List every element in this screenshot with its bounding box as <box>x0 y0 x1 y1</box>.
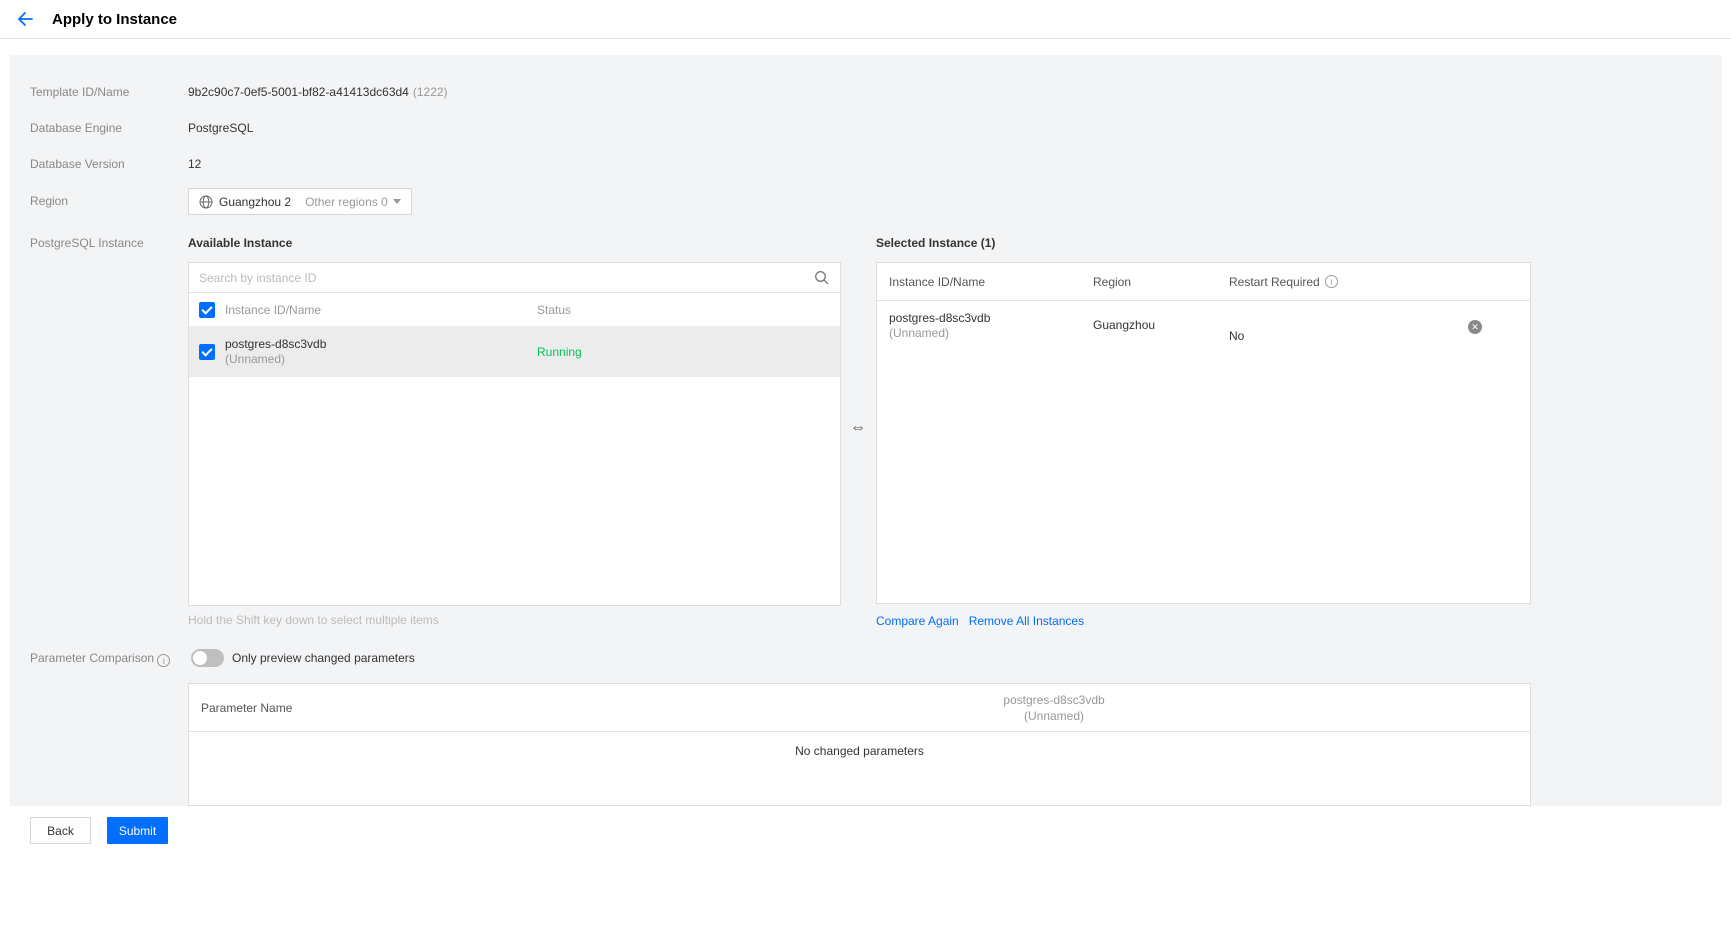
available-table-header: Instance ID/Name Status <box>189 293 840 327</box>
instance-search-bar <box>189 263 840 293</box>
page-header: Apply to Instance <box>0 0 1731 39</box>
available-instance-title: Available Instance <box>188 236 292 250</box>
region-selector[interactable]: Guangzhou 2 Other regions 0 <box>188 188 412 215</box>
parameter-table-header: Parameter Name postgres-d8sc3vdb (Unname… <box>189 684 1530 732</box>
column-parameter-name: Parameter Name <box>201 701 292 715</box>
select-all-checkbox[interactable] <box>199 302 215 318</box>
database-engine-value: PostgreSQL <box>188 121 253 135</box>
postgresql-instance-label: PostgreSQL Instance <box>30 236 144 250</box>
region-label: Region <box>30 194 68 208</box>
info-icon[interactable] <box>157 654 170 667</box>
preview-changed-toggle[interactable] <box>191 649 224 667</box>
selected-table-header: Instance ID/Name Region Restart Required <box>877 263 1530 301</box>
row-checkbox[interactable] <box>199 344 215 360</box>
page-title: Apply to Instance <box>52 11 177 28</box>
selected-instance-panel: Instance ID/Name Region Restart Required… <box>876 262 1531 604</box>
template-id-text: 9b2c90c7-0ef5-5001-bf82-a41413dc63d4 <box>188 85 409 99</box>
column-instance: postgres-d8sc3vdb (Unnamed) <box>1003 692 1104 724</box>
database-version-value: 12 <box>188 157 201 171</box>
column-region: Region <box>1093 275 1229 289</box>
parameter-comparison-text: Parameter Comparison <box>30 651 154 665</box>
multi-select-hint: Hold the Shift key down to select multip… <box>188 613 439 627</box>
instance-id: postgres-d8sc3vdb <box>889 311 1093 326</box>
column-status: Status <box>537 303 571 317</box>
column-instance-id-name: Instance ID/Name <box>225 303 537 317</box>
region-current-value: Guangzhou 2 <box>219 195 291 209</box>
submit-button[interactable]: Submit <box>107 817 168 844</box>
instance-id-name-cell: postgres-d8sc3vdb (Unnamed) <box>877 301 1093 353</box>
status-badge: Running <box>537 345 582 359</box>
restart-required-cell: No <box>1229 301 1244 353</box>
template-id-value: 9b2c90c7-0ef5-5001-bf82-a41413dc63d4 (122… <box>188 85 448 99</box>
column-instance-name: (Unnamed) <box>1003 708 1104 724</box>
selected-actions: Compare Again Remove All Instances <box>876 614 1084 628</box>
restart-required-label: Restart Required <box>1229 275 1320 289</box>
remove-instance-icon[interactable] <box>1468 320 1482 334</box>
back-arrow-icon[interactable] <box>14 8 36 30</box>
globe-icon <box>199 195 213 209</box>
available-instance-row[interactable]: postgres-d8sc3vdb (Unnamed) Running <box>189 327 840 377</box>
region-other-label: Other regions 0 <box>305 195 388 209</box>
compare-again-link[interactable]: Compare Again <box>876 614 959 628</box>
instance-id: postgres-d8sc3vdb <box>225 337 537 352</box>
preview-changed-toggle-label: Only preview changed parameters <box>232 651 415 665</box>
selected-instance-row: postgres-d8sc3vdb (Unnamed) Guangzhou No <box>877 301 1530 353</box>
column-restart-required: Restart Required <box>1229 275 1338 289</box>
region-cell: Guangzhou <box>1093 301 1229 353</box>
template-id-suffix: (1222) <box>413 85 448 99</box>
parameter-comparison-table: Parameter Name postgres-d8sc3vdb (Unname… <box>188 683 1531 806</box>
remove-all-instances-link[interactable]: Remove All Instances <box>969 614 1084 628</box>
region-other-dropdown[interactable]: Other regions 0 <box>305 195 401 209</box>
database-version-label: Database Version <box>30 157 125 171</box>
parameter-comparison-label: Parameter Comparison <box>30 651 170 667</box>
empty-parameters-message: No changed parameters <box>189 744 1530 758</box>
instance-name: (Unnamed) <box>225 352 537 367</box>
column-instance-id-name: Instance ID/Name <box>877 275 1093 289</box>
search-icon[interactable] <box>814 270 830 286</box>
instance-id-name-cell: postgres-d8sc3vdb (Unnamed) <box>225 337 537 367</box>
database-engine-label: Database Engine <box>30 121 122 135</box>
info-icon[interactable] <box>1325 275 1338 288</box>
column-instance-id: postgres-d8sc3vdb <box>1003 692 1104 708</box>
instance-name: (Unnamed) <box>889 326 1093 341</box>
apply-to-instance-page: Apply to Instance Template ID/Name 9b2c9… <box>0 0 1731 945</box>
back-button[interactable]: Back <box>30 817 91 844</box>
chevron-down-icon <box>393 199 401 204</box>
available-instance-panel: Instance ID/Name Status postgres-d8sc3vd… <box>188 262 841 606</box>
selected-instance-title: Selected Instance (1) <box>876 236 995 250</box>
transfer-arrows-icon: ⇔ <box>850 419 866 437</box>
template-id-label: Template ID/Name <box>30 85 129 99</box>
search-input[interactable] <box>199 271 814 285</box>
